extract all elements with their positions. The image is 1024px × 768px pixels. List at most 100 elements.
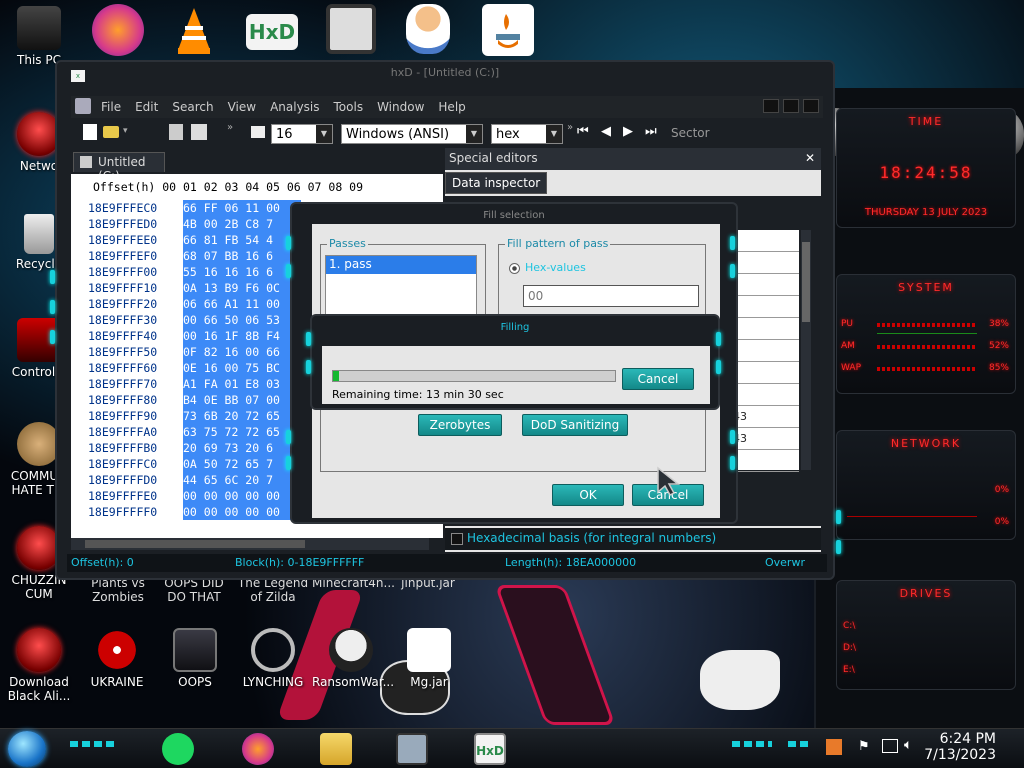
hex-row-bytes[interactable]: 66 81 FB 54 4	[183, 232, 301, 248]
hex-row-bytes[interactable]: 00 00 00 00 00	[183, 504, 301, 520]
ok-button[interactable]: OK	[552, 484, 624, 506]
doctor-icon[interactable]	[406, 4, 450, 54]
network-tray-icon[interactable]	[882, 739, 898, 753]
hex-row[interactable]: 18E9FFFF60 0E 16 00 75 BC	[88, 360, 301, 376]
hex-row[interactable]: 18E9FFFED0 4B 00 2B C8 7	[88, 216, 301, 232]
hex-row-bytes[interactable]: 0F 82 16 00 66	[183, 344, 301, 360]
display-mode-select[interactable]: hex ▼	[491, 124, 563, 144]
hex-values-input[interactable]: 00	[523, 285, 699, 307]
close-icon[interactable]: ✕	[805, 151, 815, 165]
bytes-per-row-select[interactable]: 16 ▼	[271, 124, 333, 144]
hex-row-bytes[interactable]: A1 FA 01 E8 03	[183, 376, 301, 392]
desktop-icon-mg-jar[interactable]: Mg.jar	[390, 628, 468, 689]
hex-row-bytes[interactable]: 73 6B 20 72 65	[183, 408, 301, 424]
hxd-taskbar-icon[interactable]: HxD	[474, 733, 506, 765]
hex-row-bytes[interactable]: 0A 50 72 65 7	[183, 456, 301, 472]
hex-row[interactable]: 18E9FFFEC0 66 FF 06 11 00	[88, 200, 301, 216]
data-inspector-grid[interactable]: 43 43	[731, 230, 799, 472]
scroll-thumb[interactable]	[85, 540, 305, 548]
hex-row-bytes[interactable]: 00 00 00 00 00	[183, 488, 301, 504]
prev-sector-icon[interactable]: ◀	[601, 124, 611, 139]
first-sector-icon[interactable]: ⏮	[577, 124, 589, 139]
toolbar-dropdown-icon[interactable]: ▾	[123, 126, 128, 136]
hex-values-radio[interactable]	[509, 263, 520, 274]
desktop-icon-ukraine[interactable]: UKRAINE	[78, 628, 156, 689]
menu-help[interactable]: Help	[438, 100, 465, 114]
pass-item[interactable]: 1. pass	[326, 256, 476, 274]
toolbar-overflow-icon[interactable]: »	[227, 122, 233, 133]
menu-edit[interactable]: Edit	[135, 100, 158, 114]
hex-row[interactable]: 18E9FFFFC0 0A 50 72 65 7	[88, 456, 301, 472]
tray-app-icon[interactable]	[826, 739, 842, 755]
hex-row[interactable]: 18E9FFFF90 73 6B 20 72 65	[88, 408, 301, 424]
filling-cancel-button[interactable]: Cancel	[622, 368, 694, 390]
next-sector-icon[interactable]: ▶	[623, 124, 633, 139]
toolbar-overflow-icon[interactable]: »	[567, 122, 573, 133]
hex-row[interactable]: 18E9FFFF70 A1 FA 01 E8 03	[88, 376, 301, 392]
java-icon[interactable]	[482, 4, 534, 56]
hex-row-bytes[interactable]: 20 69 73 20 6	[183, 440, 301, 456]
hex-row-bytes[interactable]: 06 66 A1 11 00	[183, 296, 301, 312]
mdi-minimize-button[interactable]	[763, 99, 779, 113]
hex-row-bytes[interactable]: 4B 00 2B C8 7	[183, 216, 301, 232]
desktop-icon-ransomware[interactable]: RansomWar...	[312, 628, 394, 689]
menu-search[interactable]: Search	[172, 100, 213, 114]
menu-analysis[interactable]: Analysis	[270, 100, 319, 114]
ram-icon[interactable]	[191, 124, 207, 140]
hex-row-bytes[interactable]: 55 16 16 16 6	[183, 264, 301, 280]
hex-row[interactable]: 18E9FFFFF0 00 00 00 00 00	[88, 504, 301, 520]
menu-app-icon[interactable]	[75, 98, 91, 114]
volume-icon[interactable]: 🔈︎	[904, 737, 912, 753]
desktop-icon-oops[interactable]: OOPS	[156, 628, 234, 689]
system-clock[interactable]: 6:24 PM 7/13/2023	[924, 731, 996, 763]
hex-row[interactable]: 18E9FFFF50 0F 82 16 00 66	[88, 344, 301, 360]
hex-row-bytes[interactable]: 0E 16 00 75 BC	[183, 360, 301, 376]
menu-view[interactable]: View	[228, 100, 256, 114]
hex-row-bytes[interactable]: 63 75 72 72 65	[183, 424, 301, 440]
hex-row[interactable]: 18E9FFFFE0 00 00 00 00 00	[88, 488, 301, 504]
scroll-thumb[interactable]	[802, 242, 810, 322]
menu-tools[interactable]: Tools	[334, 100, 364, 114]
dod-sanitizing-button[interactable]: DoD Sanitizing	[522, 414, 628, 436]
menu-window[interactable]: Window	[377, 100, 424, 114]
hex-row-bytes[interactable]: 0A 13 B9 F6 0C	[183, 280, 301, 296]
hex-row[interactable]: 18E9FFFFD0 44 65 6C 20 7	[88, 472, 301, 488]
spotify-icon[interactable]	[162, 733, 194, 765]
hxd-icon[interactable]: HxD	[246, 14, 298, 50]
zerobytes-button[interactable]: Zerobytes	[418, 414, 502, 436]
firefox-icon[interactable]	[92, 4, 144, 56]
tab-untitled-c[interactable]: Untitled (C:)	[73, 152, 165, 183]
desktop-icon-this-pc[interactable]: This PC	[0, 6, 78, 67]
hex-row-bytes[interactable]: 00 16 1F 8B F4	[183, 328, 301, 344]
disk-icon[interactable]	[169, 124, 183, 140]
menu-file[interactable]: File	[101, 100, 121, 114]
last-sector-icon[interactable]: ⏭	[645, 124, 657, 139]
start-button[interactable]	[8, 731, 46, 767]
hex-row[interactable]: 18E9FFFEF0 68 07 BB 16 6	[88, 248, 301, 264]
hex-row-bytes[interactable]: 00 66 50 06 53	[183, 312, 301, 328]
hex-row[interactable]: 18E9FFFFA0 63 75 72 72 65	[88, 424, 301, 440]
passes-list[interactable]: 1. pass	[325, 255, 477, 319]
hex-row-bytes[interactable]: 68 07 BB 16 6	[183, 248, 301, 264]
mdi-close-button[interactable]	[803, 99, 819, 113]
hex-row[interactable]: 18E9FFFF20 06 66 A1 11 00	[88, 296, 301, 312]
charset-select[interactable]: Windows (ANSI) ▼	[341, 124, 483, 144]
monitor-app-icon[interactable]	[396, 733, 428, 765]
tab-data-inspector[interactable]: Data inspector	[445, 172, 548, 194]
hex-row[interactable]: 18E9FFFFB0 20 69 73 20 6	[88, 440, 301, 456]
mdi-restore-button[interactable]	[783, 99, 799, 113]
desktop-icon-download-alien[interactable]: Download Black Ali...	[0, 628, 78, 703]
hex-row[interactable]: 18E9FFFF30 00 66 50 06 53	[88, 312, 301, 328]
file-explorer-icon[interactable]	[320, 733, 352, 765]
inspector-scrollbar[interactable]	[801, 230, 811, 470]
hex-row-bytes[interactable]: 66 FF 06 11 00	[183, 200, 301, 216]
hex-row[interactable]: 18E9FFFF00 55 16 16 16 6	[88, 264, 301, 280]
vlc-icon[interactable]	[174, 4, 214, 56]
app-icon[interactable]	[326, 4, 376, 54]
hex-row[interactable]: 18E9FFFF40 00 16 1F 8B F4	[88, 328, 301, 344]
horizontal-scrollbar[interactable]	[71, 538, 429, 550]
hex-row-bytes[interactable]: 44 65 6C 20 7	[183, 472, 301, 488]
open-file-icon[interactable]	[103, 126, 119, 138]
flag-icon[interactable]: ⚑	[858, 739, 870, 754]
new-file-icon[interactable]	[83, 124, 97, 140]
